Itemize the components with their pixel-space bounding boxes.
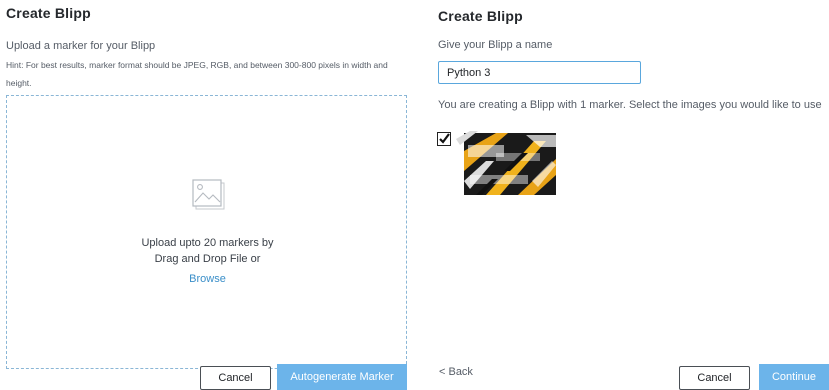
autogenerate-marker-button[interactable]: Autogenerate Marker <box>277 364 407 390</box>
marker-dropzone[interactable]: Upload upto 20 markers by Drag and Drop … <box>6 95 407 369</box>
upload-subtitle: Upload a marker for your Blipp <box>6 40 156 52</box>
continue-button[interactable]: Continue <box>759 364 829 390</box>
dropzone-text-line1: Upload upto 20 markers by <box>141 237 274 249</box>
cancel-button[interactable]: Cancel <box>200 366 271 390</box>
marker-select-checkbox[interactable] <box>437 132 451 146</box>
upload-marker-panel: Create Blipp Upload a marker for your Bl… <box>0 0 420 390</box>
blipp-name-input[interactable] <box>438 61 641 84</box>
browse-link[interactable]: Browse <box>189 273 226 285</box>
name-label: Give your Blipp a name <box>438 39 553 51</box>
dropzone-text-line2: Drag and Drop File or <box>154 253 261 265</box>
upload-hint: Hint: For best results, marker format sh… <box>6 60 388 88</box>
marker-thumbnail[interactable] <box>456 131 562 197</box>
back-link[interactable]: < Back <box>439 366 473 378</box>
checkmark-icon <box>439 133 450 144</box>
name-blipp-panel: Create Blipp Give your Blipp a name You … <box>430 0 829 390</box>
marker-info-text: You are creating a Blipp with 1 marker. … <box>438 99 822 111</box>
page-title: Create Blipp <box>438 8 523 24</box>
page-title: Create Blipp <box>6 5 91 21</box>
cancel-button[interactable]: Cancel <box>679 366 750 390</box>
image-placeholder-icon <box>192 179 225 210</box>
